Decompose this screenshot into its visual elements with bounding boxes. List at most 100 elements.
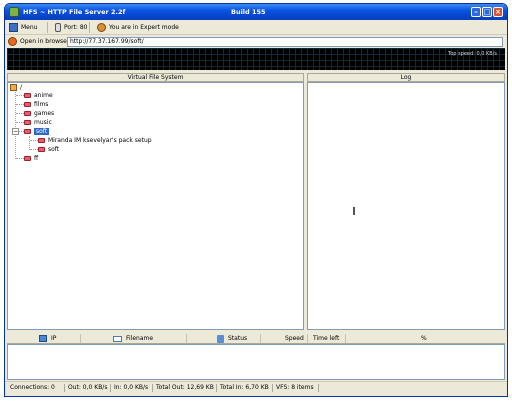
- open-in-browser-label: Open in browser: [20, 38, 70, 45]
- close-icon[interactable]: ×: [493, 7, 503, 17]
- network-icon: [39, 335, 47, 342]
- tree-line: [16, 122, 24, 123]
- connections-header: IP Filename Status Speed Time left %: [7, 333, 505, 344]
- file-icon: [113, 335, 122, 342]
- status-divider: [110, 384, 111, 392]
- tree-line: [16, 113, 24, 114]
- build-label: Build 155: [231, 8, 266, 16]
- tree-root-label: /: [20, 83, 23, 91]
- home-folder-icon: [10, 83, 17, 91]
- folder-icon: [24, 128, 31, 134]
- tree-item-label: music: [34, 118, 52, 126]
- window-title: HFS ~ HTTP File Server 2.2f: [23, 8, 126, 16]
- column-divider: [345, 334, 346, 343]
- title-bar[interactable]: HFS ~ HTTP File Server 2.2f Build 155 – …: [5, 4, 507, 20]
- status-divider: [152, 384, 153, 392]
- tree-line: [16, 158, 24, 159]
- folder-icon: [24, 92, 31, 98]
- tree-line: [15, 92, 16, 159]
- column-label: Filename: [126, 335, 154, 342]
- column-divider: [307, 334, 308, 343]
- column-divider: [80, 334, 81, 343]
- port-button[interactable]: Port: 80: [55, 22, 87, 33]
- status-divider: [64, 384, 65, 392]
- status-total-in: Total In: 6,70 KB: [220, 384, 269, 391]
- url-bar: Open in browser http://77.37.167.99/soft…: [5, 35, 507, 48]
- column-time-left[interactable]: Time left: [313, 333, 339, 344]
- tree-item-music[interactable]: music: [24, 118, 52, 126]
- main-toolbar: Menu Port: 80 You are in Expert mode: [5, 20, 507, 35]
- menu-icon: [9, 23, 18, 32]
- users-icon: [97, 23, 106, 32]
- folder-icon: [24, 110, 31, 116]
- connections-list[interactable]: [7, 344, 505, 380]
- browser-icon: [8, 37, 17, 46]
- folder-icon: [38, 146, 45, 152]
- column-speed[interactable]: Speed: [285, 333, 304, 344]
- tree-item-soft-child[interactable]: soft: [38, 145, 59, 153]
- top-speed-label: Top speed: 0,0 KB/s: [448, 51, 497, 57]
- log-header[interactable]: Log: [307, 73, 505, 82]
- status-divider: [216, 384, 217, 392]
- file-icon: [38, 137, 45, 143]
- tree-item-label: anime: [34, 91, 53, 99]
- toolbar-divider: [47, 22, 48, 33]
- column-filename[interactable]: Filename: [113, 333, 153, 344]
- open-in-browser-button[interactable]: Open in browser: [8, 36, 69, 47]
- status-total-out: Total Out: 12,69 KB: [156, 384, 214, 391]
- tree-item-soft[interactable]: soft: [24, 127, 50, 135]
- status-in: In: 0,0 KB/s: [114, 384, 149, 391]
- speed-graph: Top speed: 0,0 KB/s: [7, 48, 505, 70]
- tree-item-label: ff: [34, 154, 39, 162]
- tree-line: [16, 95, 24, 96]
- status-bar: Connections: 0 Out: 0,0 KB/s In: 0,0 KB/…: [5, 381, 507, 393]
- tree-line: [30, 140, 38, 141]
- plug-icon: [55, 23, 61, 32]
- vfs-header[interactable]: Virtual File System: [7, 73, 304, 82]
- status-out: Out: 0,0 KB/s: [68, 384, 108, 391]
- column-label: Speed: [285, 335, 304, 342]
- toolbar-divider: [89, 22, 90, 33]
- column-divider: [186, 334, 187, 343]
- minimize-icon[interactable]: –: [471, 7, 481, 17]
- folder-icon: [24, 155, 31, 161]
- maximize-icon[interactable]: □: [482, 7, 492, 17]
- tree-item-anime[interactable]: anime: [24, 91, 53, 99]
- tree-line: [30, 149, 38, 150]
- tree-item-label: Miranda IM ksevelyar's pack setup: [48, 136, 152, 144]
- folder-icon: [24, 119, 31, 125]
- folder-icon: [24, 101, 31, 107]
- tree-item-games[interactable]: games: [24, 109, 54, 117]
- tree-item-label-selected: soft: [34, 127, 50, 135]
- menu-button[interactable]: Menu: [9, 22, 37, 33]
- tree-root[interactable]: /: [10, 83, 22, 91]
- tree-item-label: games: [34, 109, 55, 117]
- mode-label: You are in Expert mode: [109, 24, 179, 31]
- column-percent[interactable]: %: [421, 333, 427, 344]
- status-vfs: VFS: 8 items: [276, 384, 314, 391]
- status-connections: Connections: 0: [10, 384, 55, 391]
- download-icon: [217, 334, 224, 343]
- app-window: HFS ~ HTTP File Server 2.2f Build 155 – …: [4, 3, 508, 397]
- port-label: Port: 80: [64, 24, 88, 31]
- menu-label: Menu: [21, 24, 38, 31]
- collapse-icon[interactable]: −: [12, 128, 19, 135]
- column-label: Status: [228, 335, 248, 342]
- tree-item-ff[interactable]: ff: [24, 154, 38, 162]
- column-divider: [260, 334, 261, 343]
- vfs-tree[interactable]: / anime films games music − soft Miranda…: [7, 82, 304, 330]
- expert-mode-button[interactable]: You are in Expert mode: [97, 22, 179, 33]
- column-status[interactable]: Status: [217, 333, 247, 344]
- tree-item-films[interactable]: films: [24, 100, 48, 108]
- hfs-app-icon: [9, 7, 19, 17]
- url-field[interactable]: http://77.37.167.99/soft/: [67, 37, 503, 47]
- column-label: Time left: [313, 335, 340, 342]
- column-label: %: [421, 335, 427, 342]
- tree-item-label: soft: [48, 145, 60, 153]
- column-label: IP: [51, 335, 57, 342]
- column-ip[interactable]: IP: [39, 333, 56, 344]
- log-pane[interactable]: [307, 82, 505, 330]
- text-cursor-icon: [353, 207, 355, 215]
- tree-item-miranda[interactable]: Miranda IM ksevelyar's pack setup: [38, 136, 152, 144]
- tree-line: [16, 104, 24, 105]
